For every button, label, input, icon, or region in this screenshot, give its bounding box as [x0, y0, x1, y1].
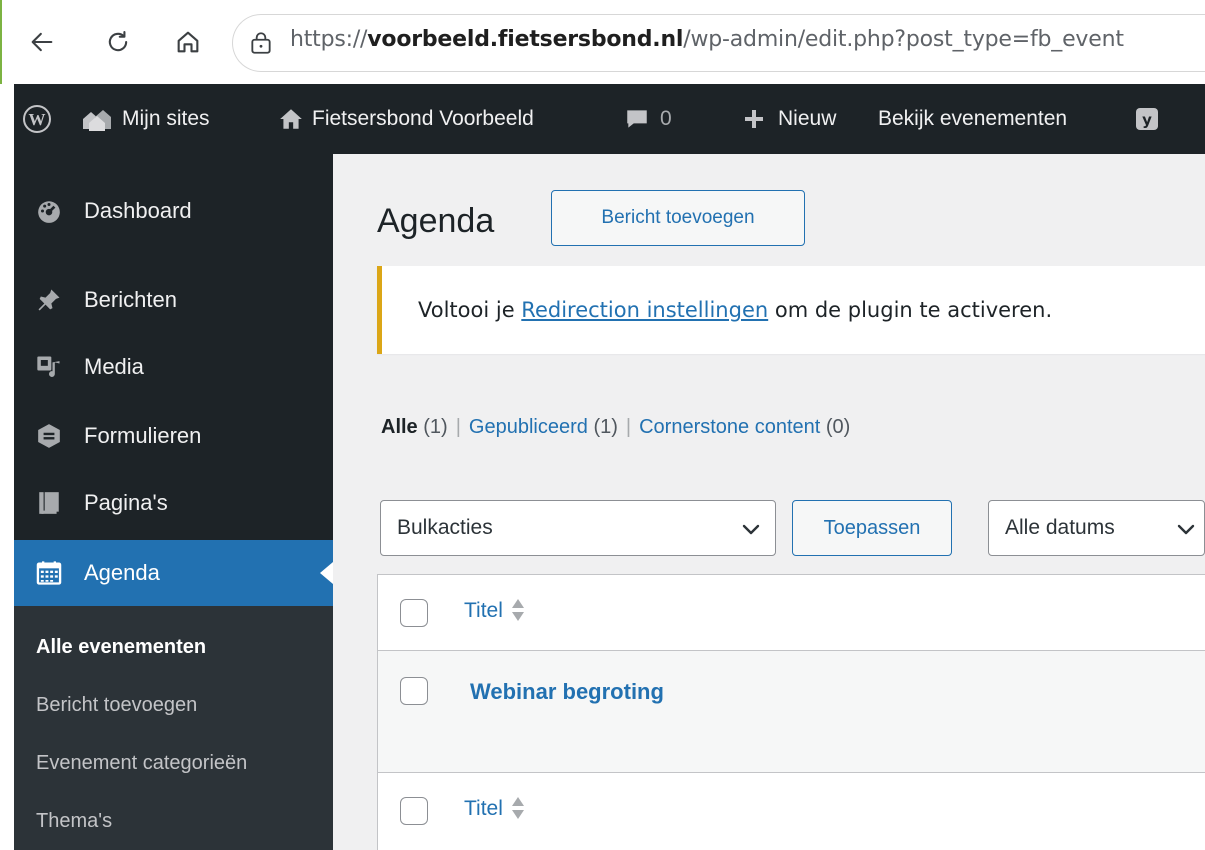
- pin-icon: [34, 285, 64, 315]
- sidebar-item-dashboard[interactable]: Dashboard: [14, 178, 333, 244]
- date-filter-select[interactable]: Alle datums: [988, 500, 1205, 556]
- dashboard-icon: [34, 196, 64, 226]
- yoast-seo-menu[interactable]: y: [1134, 84, 1162, 154]
- url-host: voorbeeld.fietsersbond.nl: [367, 27, 684, 52]
- svg-text:y: y: [1142, 111, 1152, 129]
- table-footer-row: Titel: [378, 773, 1205, 850]
- submenu-item-all-events[interactable]: Alle evenementen: [36, 636, 206, 659]
- sidebar-item-posts[interactable]: Berichten: [14, 267, 333, 333]
- reload-button[interactable]: [98, 22, 138, 62]
- filter-cornerstone[interactable]: Cornerstone content (0): [639, 416, 850, 438]
- yoast-icon: y: [1136, 108, 1158, 130]
- title-column-label: Titel: [464, 797, 503, 820]
- site-info-icon[interactable]: [248, 30, 274, 56]
- sidebar-item-label: Berichten: [84, 287, 177, 312]
- sidebar-item-pages[interactable]: Pagina's: [14, 470, 333, 536]
- submenu-item-add-post[interactable]: Bericht toevoegen: [36, 694, 197, 717]
- sidebar-item-label: Dashboard: [84, 198, 192, 223]
- filter-all-count: (1): [423, 416, 448, 438]
- redirection-notice: Voltooi je Redirection instellingen om d…: [377, 266, 1205, 354]
- url-path: /wp-admin/edit.php?post_type=fb_event: [683, 27, 1124, 52]
- filter-separator: |: [625, 416, 632, 438]
- wordpress-logo-button[interactable]: W: [22, 84, 52, 154]
- redirection-settings-link[interactable]: Redirection instellingen: [521, 298, 768, 322]
- view-events-link[interactable]: Bekijk evenementen: [878, 84, 1067, 154]
- window-edge: [0, 0, 14, 850]
- date-filter-value: Alle datums: [1005, 516, 1115, 539]
- my-sites-icon: [83, 110, 111, 131]
- svg-text:W: W: [29, 110, 46, 129]
- post-status-filters: Alle (1) | Gepubliceerd (1) | Cornerstone co…: [381, 416, 850, 439]
- new-content-menu[interactable]: Nieuw: [742, 84, 836, 154]
- comment-bubble-icon: [627, 110, 647, 128]
- home-icon: [177, 31, 199, 53]
- filter-separator: |: [455, 416, 461, 438]
- comments-count: 0: [660, 107, 672, 130]
- media-icon: [34, 352, 64, 382]
- sidebar-item-label: Formulieren: [84, 423, 202, 448]
- filter-all-label: Alle: [381, 416, 418, 438]
- sidebar-item-forms[interactable]: Formulieren: [14, 403, 333, 469]
- filter-published[interactable]: Gepubliceerd (1): [469, 416, 618, 438]
- admin-sidebar: Dashboard Berichten Media Formulieren Pa…: [14, 154, 333, 850]
- select-all-checkbox[interactable]: [400, 599, 428, 627]
- submenu-item-event-categories[interactable]: Evenement categorieën: [36, 752, 247, 775]
- title-column-footer[interactable]: Titel: [464, 795, 525, 823]
- filter-cornerstone-count: (0): [825, 416, 851, 438]
- filter-published-count: (1): [593, 416, 618, 438]
- back-button[interactable]: [22, 22, 62, 62]
- view-events-label: Bekijk evenementen: [878, 107, 1068, 130]
- sidebar-item-agenda[interactable]: Agenda: [14, 540, 333, 606]
- active-menu-pointer: [320, 562, 333, 584]
- site-name-menu[interactable]: Fietsersbond Voorbeeld: [278, 84, 534, 154]
- title-column-header[interactable]: Titel: [464, 597, 525, 625]
- notice-text-suffix: om de plugin te activeren.: [768, 298, 1053, 322]
- sidebar-item-label: Pagina's: [84, 490, 168, 515]
- home-button[interactable]: [168, 22, 208, 62]
- page-title: Agenda: [377, 202, 495, 240]
- forms-icon: [34, 421, 64, 451]
- my-sites-menu[interactable]: Mijn sites: [80, 84, 210, 154]
- sidebar-item-label: Agenda: [84, 560, 160, 585]
- sidebar-item-media[interactable]: Media: [14, 334, 333, 400]
- add-post-button[interactable]: Bericht toevoegen: [551, 190, 805, 246]
- select-all-checkbox-footer[interactable]: [400, 797, 428, 825]
- new-label: Nieuw: [778, 107, 837, 130]
- events-table: Titel Webinar begroting Titel: [377, 574, 1205, 850]
- filter-published-label: Gepubliceerd: [468, 416, 588, 438]
- table-row: Webinar begroting: [378, 651, 1205, 773]
- plus-icon: [745, 110, 763, 128]
- submenu-item-themes[interactable]: Thema's: [36, 810, 112, 833]
- url-scheme: https://: [290, 27, 368, 52]
- table-header-row: Titel: [378, 575, 1205, 651]
- pages-icon: [34, 488, 64, 518]
- sort-icon: [511, 795, 525, 823]
- bulk-actions-value: Bulkacties: [397, 516, 493, 539]
- bulk-actions-select[interactable]: Bulkacties: [380, 500, 776, 556]
- url-text[interactable]: https://voorbeeld.fietsersbond.nl/wp-adm…: [290, 27, 1124, 52]
- event-title-link[interactable]: Webinar begroting: [470, 679, 664, 705]
- title-column-label: Titel: [464, 599, 503, 622]
- admin-bar: W Mijn sites Fietsersbond Voorbeeld 0 Ni…: [14, 84, 1205, 154]
- sort-icon: [511, 597, 525, 625]
- chevron-down-icon: [742, 524, 760, 535]
- house-icon: [280, 109, 302, 129]
- chevron-down-icon: [1177, 524, 1195, 535]
- row-checkbox[interactable]: [400, 677, 428, 705]
- wordpress-logo-icon: W: [23, 105, 51, 133]
- sidebar-item-label: Media: [84, 354, 144, 379]
- apply-button[interactable]: Toepassen: [792, 500, 952, 556]
- notice-text-prefix: Voltooi je: [418, 298, 522, 322]
- agenda-submenu: Alle evenementen Bericht toevoegen Evene…: [14, 606, 333, 850]
- filter-cornerstone-label: Cornerstone content: [639, 416, 821, 438]
- my-sites-label: Mijn sites: [122, 107, 210, 130]
- browser-toolbar: https://voorbeeld.fietsersbond.nl/wp-adm…: [0, 0, 1205, 84]
- reload-icon: [108, 31, 128, 52]
- arrow-left-icon: [31, 32, 53, 52]
- main-content: Agenda Bericht toevoegen Voltooi je Redi…: [333, 154, 1205, 850]
- site-name-label: Fietsersbond Voorbeeld: [312, 107, 534, 130]
- comments-button[interactable]: 0: [624, 84, 672, 154]
- calendar-icon: [34, 558, 64, 588]
- filter-all[interactable]: Alle (1): [381, 416, 448, 438]
